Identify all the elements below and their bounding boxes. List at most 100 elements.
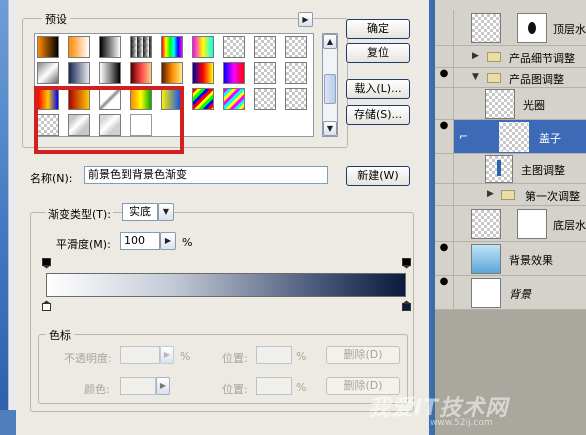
layer-group-row[interactable]: ▶ 第一次调整 [435,184,586,206]
scroll-down-button[interactable]: ▼ [323,121,337,136]
eye-icon[interactable]: ● [435,68,454,87]
eye-icon[interactable]: ● [435,276,454,309]
collapse-arrow-icon[interactable]: ▼ [472,72,479,82]
gradient-type-select[interactable]: 实底 [122,203,158,221]
preset-swatch[interactable] [130,62,152,84]
layers-panel: 顶层水 ▶ 产品细节调整 ● ▼ 产品图调整 光圈 ● ⌐ 盖子 主图调整 ▶ [435,0,586,435]
layer-name: 光圈 [523,99,545,112]
layer-thumbnail [471,244,501,274]
color-stop-left[interactable] [42,300,51,311]
new-button[interactable]: 新建(W) [346,166,410,186]
layer-name: 第一次调整 [525,190,580,203]
opacity-location-label: 位置: [222,352,248,365]
layer-name: 盖子 [539,132,561,145]
eye-icon[interactable]: ● [435,242,454,275]
visibility-toggle[interactable] [435,184,454,205]
layer-thumbnail [471,278,501,308]
smoothness-popup-icon[interactable]: ▶ [160,232,176,250]
color-label: 颜色: [84,383,110,396]
visibility-toggle[interactable] [435,154,454,183]
layer-row[interactable]: 顶层水 [435,10,586,46]
folder-icon [487,52,501,62]
preset-swatch[interactable] [285,36,307,58]
preset-swatch[interactable] [99,36,121,58]
expand-arrow-icon[interactable]: ▶ [472,51,479,61]
opacity-popup-icon[interactable]: ▶ [160,346,174,364]
preset-swatch[interactable] [192,88,214,110]
eye-icon[interactable]: ● [435,120,454,153]
desktop-left-edge [0,0,16,435]
preset-swatch[interactable] [68,36,90,58]
preset-swatch[interactable] [285,88,307,110]
layer-name: 主图调整 [521,164,565,177]
preset-swatch[interactable] [37,62,59,84]
layer-name: 背景 [509,288,531,301]
link-icon: ⌐ [459,130,469,143]
preset-swatch[interactable] [192,62,214,84]
save-button[interactable]: 存储(S)... [346,105,410,125]
preset-swatch[interactable] [37,36,59,58]
gradient-preview-bar[interactable] [46,273,406,297]
color-swatch-field[interactable] [120,377,156,395]
layer-mask-thumbnail [517,13,547,43]
preset-swatch[interactable] [254,36,276,58]
reset-button[interactable]: 复位 [346,43,410,63]
layer-row[interactable]: 底层水 [435,206,586,242]
layer-name: 产品细节调整 [509,52,575,65]
opacity-unit: % [180,350,191,363]
preset-swatch[interactable] [99,62,121,84]
opacity-stop-right[interactable] [402,258,411,269]
layer-row-selected[interactable]: ● ⌐ 盖子 [435,120,586,154]
folder-icon [501,190,515,200]
opacity-location-field[interactable] [256,346,292,364]
preset-swatch[interactable] [192,36,214,58]
preset-swatch[interactable] [68,62,90,84]
gradient-editor-dialog: 预设 ▶ ▲ ▼ 确定 复位 载入(L)... 存储(S)... 名称(N): … [16,0,432,435]
preset-swatch[interactable] [223,88,245,110]
preset-swatch[interactable] [254,88,276,110]
opacity-label: 不透明度: [64,352,112,365]
preset-swatch[interactable] [161,36,183,58]
color-location-field[interactable] [256,377,292,395]
layer-mask-thumbnail [517,209,547,239]
watermark-url: www.52ij.com [430,418,493,428]
expand-arrow-icon[interactable]: ▶ [487,189,494,199]
gradient-type-label: 渐变类型(T): [46,206,114,222]
scroll-thumb[interactable] [324,74,336,104]
layer-group-row[interactable]: ● ▼ 产品图调整 [435,68,586,88]
scroll-up-button[interactable]: ▲ [323,34,337,49]
preset-swatch[interactable] [223,36,245,58]
preset-swatch[interactable] [223,62,245,84]
layer-thumbnail [471,209,501,239]
visibility-toggle[interactable] [435,10,454,45]
layer-row[interactable]: 光圈 [435,88,586,120]
folder-icon [487,73,501,83]
visibility-toggle[interactable] [435,46,454,67]
layer-group-row[interactable]: ▶ 产品细节调整 [435,46,586,68]
layer-thumbnail [471,13,501,43]
opacity-delete-button[interactable]: 删除(D) [326,346,400,364]
presets-menu-button[interactable]: ▶ [298,12,313,27]
layer-row[interactable]: ● 背景效果 [435,242,586,276]
color-popup-icon[interactable]: ▶ [156,377,170,395]
color-stop-right[interactable] [402,300,411,311]
visibility-toggle[interactable] [435,88,454,119]
layer-thumbnail [485,155,513,183]
layer-name: 产品图调整 [509,73,564,86]
name-field[interactable]: 前景色到背景色渐变 [84,166,328,184]
presets-scrollbar[interactable]: ▲ ▼ [322,33,338,137]
preset-swatch[interactable] [161,62,183,84]
visibility-toggle[interactable] [435,206,454,241]
opacity-field[interactable] [120,346,160,364]
ok-button[interactable]: 确定 [346,19,410,39]
layer-row[interactable]: ● 背景 [435,276,586,310]
preset-swatch[interactable] [285,62,307,84]
smoothness-field[interactable]: 100 [120,232,160,250]
preset-swatch[interactable] [254,62,276,84]
gradient-type-dropdown-icon[interactable]: ▼ [158,203,174,221]
opacity-stop-left[interactable] [42,258,51,269]
layer-row[interactable]: 主图调整 [435,154,586,184]
preset-swatch[interactable] [130,36,152,58]
load-button[interactable]: 载入(L)... [346,79,410,99]
color-location-unit: % [296,381,307,394]
